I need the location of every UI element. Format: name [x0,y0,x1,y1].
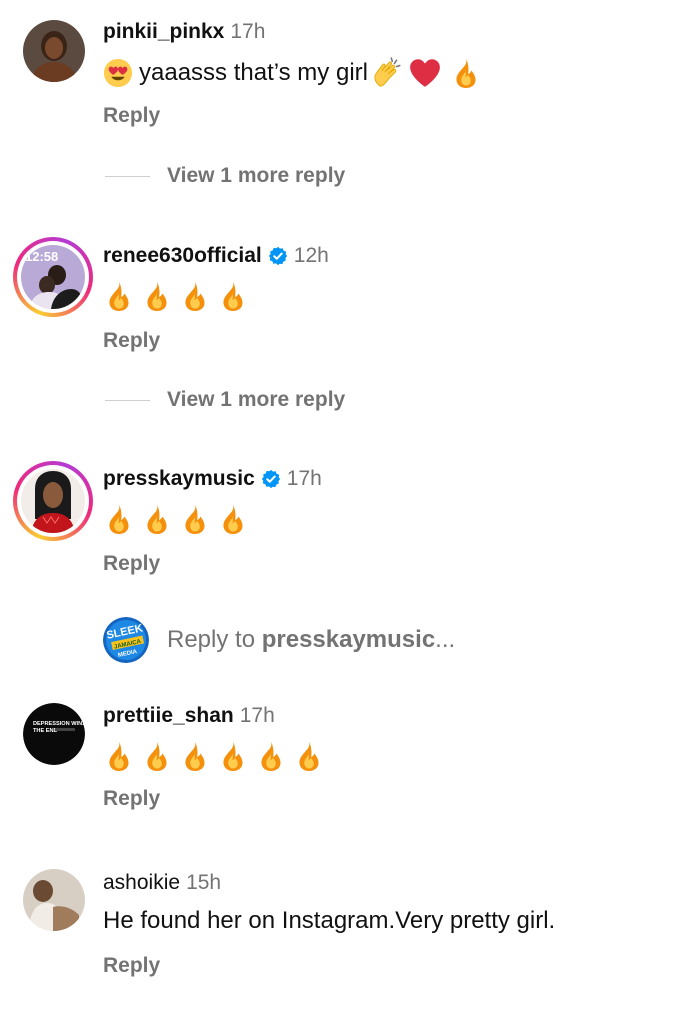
reply-to-prefix: Reply to [167,626,262,653]
reply-button[interactable]: Reply [103,954,160,978]
reply-to-ellipsis: ... [435,626,456,653]
verified-badge-icon [261,469,281,489]
story-avatar[interactable]: 12:58 [13,237,93,317]
fire-emoji-icon [293,740,325,772]
avatar-clock-text: 12:58 [25,249,58,264]
fire-emoji-icon [141,740,173,772]
username[interactable]: renee630official [103,244,262,268]
username[interactable]: presskaymusic [103,467,255,491]
view-more-replies-button[interactable]: View 1 more reply [105,388,345,412]
fire-emoji-icon [217,280,249,312]
comment-text [103,280,249,312]
comment-header: prettiie_shan 17h [103,704,275,728]
current-user-avatar: SLEEK JAMAICA MEDIA [103,617,149,663]
fire-emoji-icon [141,503,173,535]
avatar[interactable] [23,869,85,931]
comment-header: ashoikie 15h [103,871,221,895]
view-more-replies-label: View 1 more reply [167,164,346,187]
timestamp: 12h [293,244,329,267]
comment-text [103,740,325,772]
heart-eyes-emoji-icon [103,58,133,88]
fire-emoji-icon [103,503,135,535]
comment-text [103,503,249,535]
username[interactable]: ashoikie [103,871,180,895]
fire-emoji-icon [179,280,211,312]
red-heart-emoji-icon [410,59,440,87]
fire-emoji-icon [103,280,135,312]
story-avatar[interactable] [13,461,93,541]
reply-button[interactable]: Reply [103,329,160,353]
fire-emoji-icon [217,503,249,535]
comment-text: He found her on Instagram.Very pretty gi… [103,907,556,934]
username[interactable]: prettiie_shan [103,704,234,728]
verified-badge-icon [268,246,288,266]
timestamp: 17h [230,20,266,43]
fire-emoji-icon [217,740,249,772]
avatar[interactable] [23,20,85,82]
reply-button[interactable]: Reply [103,787,160,811]
reply-button[interactable]: Reply [103,104,160,128]
username[interactable]: pinkii_pinkx [103,20,224,44]
comment-header: renee630official 12h [103,244,329,268]
fire-emoji-icon [141,280,173,312]
comment-text-content: yaaasss that’s my girl [139,59,368,86]
timestamp: 15h [186,871,222,894]
divider-line [105,175,150,177]
divider-line [105,399,150,401]
reply-to-username: presskaymusic [261,626,436,653]
fire-emoji-icon [179,740,211,772]
fire-emoji-icon [179,503,211,535]
view-more-replies-button[interactable]: View 1 more reply [105,164,345,188]
comment-header: pinkii_pinkx 17h [103,20,265,44]
comment-header: presskaymusic 17h [103,467,322,491]
comment-text: yaaasss that’s my girl [103,56,482,90]
avatar[interactable]: DEPRESSION WINS THE END [23,703,85,765]
reply-to-composer[interactable]: SLEEK JAMAICA MEDIA Reply to presskaymus… [103,617,455,663]
fire-emoji-icon [450,57,482,89]
view-more-replies-label: View 1 more reply [167,388,346,411]
fire-emoji-icon [255,740,287,772]
reply-button[interactable]: Reply [103,552,160,576]
svg-text:DEPRESSION WINS: DEPRESSION WINS [33,721,85,727]
clapping-hands-emoji-icon [374,57,401,87]
timestamp: 17h [239,704,275,727]
timestamp: 17h [286,467,322,490]
fire-emoji-icon [103,740,135,772]
svg-text:THE END: THE END [33,728,58,734]
